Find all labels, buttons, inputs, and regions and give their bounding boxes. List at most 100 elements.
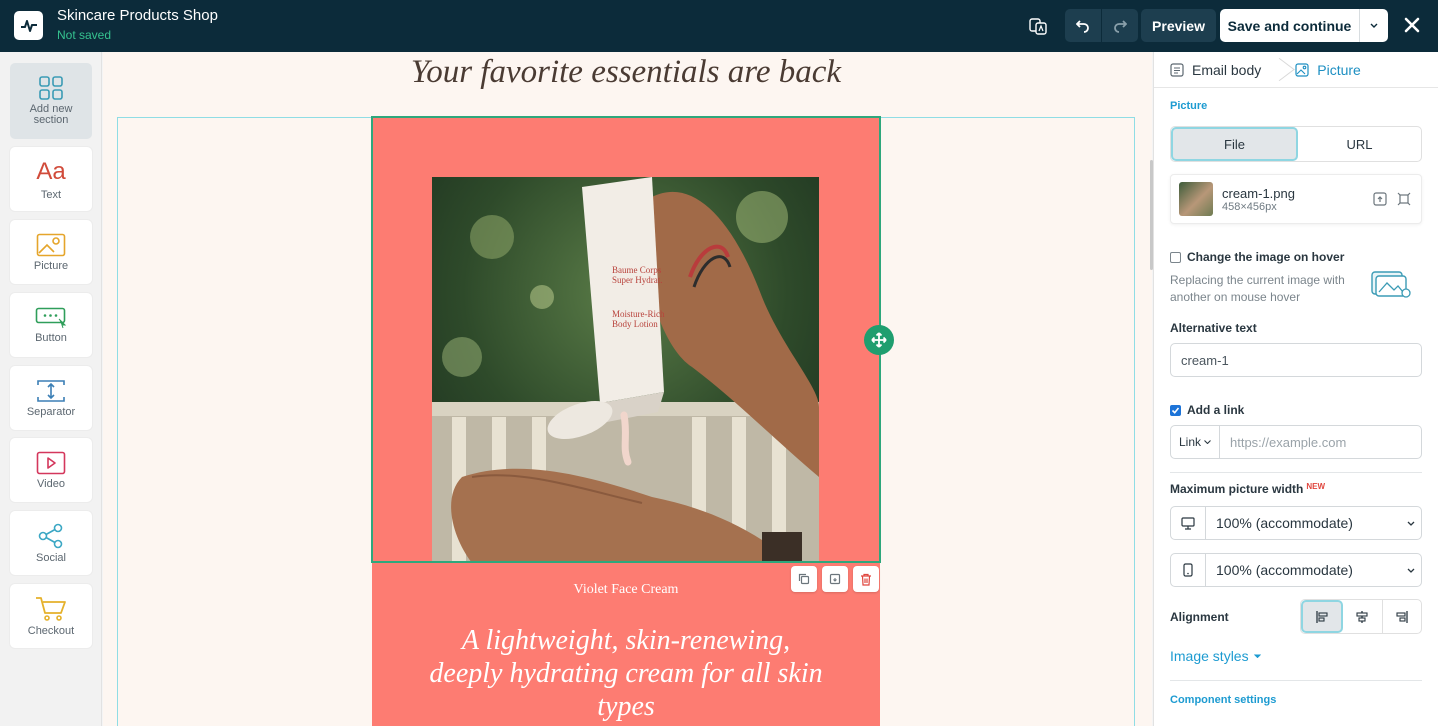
- sidebar-item-button[interactable]: Button: [10, 293, 92, 357]
- alt-text-label: Alternative text: [1170, 321, 1257, 335]
- sidebar-item-label: Video: [37, 477, 65, 490]
- mobile-width-select[interactable]: 100% (accommodate): [1170, 553, 1422, 587]
- alt-text-input[interactable]: cream-1: [1170, 343, 1422, 377]
- breadcrumb-label: Email body: [1192, 61, 1262, 78]
- alignment-toggle: [1300, 599, 1422, 634]
- close-editor-button[interactable]: [1400, 12, 1424, 38]
- breadcrumb: Email body Picture: [1154, 52, 1438, 88]
- add-link-checkbox[interactable]: [1170, 404, 1181, 416]
- link-row: Link https://example.com: [1170, 425, 1422, 459]
- desktop-width-select[interactable]: 100% (accommodate): [1170, 506, 1422, 540]
- alignment-label: Alignment: [1170, 609, 1229, 624]
- file-dimensions: 458×456px: [1222, 200, 1277, 213]
- grid-icon: [39, 76, 63, 100]
- sidebar-item-video[interactable]: Video: [10, 438, 92, 502]
- top-bar: Skincare Products Shop Not saved Preview…: [0, 0, 1438, 52]
- tab-url[interactable]: URL: [1298, 127, 1421, 161]
- sidebar-item-social[interactable]: Social: [10, 511, 92, 575]
- link-type-select[interactable]: Link: [1170, 425, 1220, 459]
- replace-image-icon[interactable]: [1373, 192, 1387, 206]
- sidebar-item-picture[interactable]: Picture: [10, 220, 92, 284]
- separator-icon: [37, 379, 65, 402]
- settings-panel: Email body Picture Picture File URL crea…: [1153, 52, 1438, 726]
- file-name: cream-1.png: [1222, 185, 1295, 201]
- preview-button[interactable]: Preview: [1141, 9, 1216, 42]
- align-right-icon: [1396, 610, 1408, 623]
- save-status: Not saved: [57, 28, 112, 42]
- redo-icon: [1114, 19, 1127, 33]
- campaign-title[interactable]: Skincare Products Shop: [57, 7, 218, 24]
- history-controls: [1065, 9, 1138, 42]
- divider: [1170, 680, 1422, 681]
- breadcrumb-separator: [1273, 52, 1283, 88]
- sidebar-item-separator[interactable]: Separator: [10, 366, 92, 430]
- mobile-width-value: 100% (accommodate): [1216, 562, 1353, 578]
- max-width-label: Maximum picture width NEW: [1170, 482, 1325, 496]
- chevron-down-icon: [1370, 23, 1378, 28]
- breadcrumb-email-body[interactable]: Email body: [1170, 62, 1261, 78]
- check-icon: [1171, 406, 1180, 414]
- move-icon: [871, 332, 887, 348]
- save-continue-button-group: Save and continue: [1220, 9, 1388, 42]
- source-toggle: File URL: [1170, 126, 1422, 162]
- button-icon: [35, 307, 67, 328]
- hover-checkbox[interactable]: [1170, 251, 1181, 263]
- chevron-down-icon: [1407, 568, 1415, 573]
- email-headline[interactable]: Your favorite essentials are back: [103, 54, 1149, 91]
- translate-icon: [1029, 18, 1047, 35]
- section-title-picture: Picture: [1170, 100, 1208, 112]
- redo-button[interactable]: [1102, 9, 1138, 42]
- product-description[interactable]: A lightweight, skin-renewing, deeply hyd…: [422, 624, 830, 723]
- image-file-card: cream-1.png 458×456px: [1170, 174, 1422, 224]
- email-canvas: Your favorite essentials are back Baume …: [103, 52, 1152, 726]
- image-styles-toggle[interactable]: Image styles: [1170, 648, 1261, 664]
- add-link-option[interactable]: Add a link: [1170, 403, 1244, 417]
- sidebar-item-label: Separator: [26, 405, 76, 418]
- chevron-down-icon: [1253, 654, 1261, 658]
- alignment-row: Alignment: [1170, 599, 1422, 634]
- hover-hint: Replacing the current image with another…: [1170, 273, 1345, 304]
- cart-icon: [36, 596, 66, 621]
- align-center-icon: [1356, 610, 1369, 623]
- tab-file[interactable]: File: [1171, 127, 1298, 161]
- add-link-label: Add a link: [1187, 403, 1245, 417]
- selected-picture-block: [371, 116, 881, 563]
- drag-handle[interactable]: [864, 325, 894, 355]
- product-name[interactable]: Violet Face Cream: [372, 582, 880, 598]
- undo-button[interactable]: [1065, 9, 1102, 42]
- component-settings-title[interactable]: Component settings: [1170, 694, 1276, 706]
- link-url-input[interactable]: https://example.com: [1220, 425, 1422, 459]
- translate-button[interactable]: [1026, 10, 1050, 42]
- text-icon: Aa: [36, 157, 66, 185]
- divider: [1170, 472, 1422, 473]
- sidebar-item-label: Picture: [33, 259, 69, 272]
- social-icon: [38, 523, 63, 548]
- sidebar-item-checkout[interactable]: Checkout: [10, 584, 92, 648]
- sidebar-item-label: Checkout: [27, 624, 75, 637]
- picture-icon: [36, 233, 66, 256]
- align-left-icon: [1316, 610, 1328, 623]
- sidebar-item-label: Button: [35, 331, 67, 344]
- close-icon: [1404, 17, 1420, 33]
- hover-image-option[interactable]: Change the image on hover: [1170, 250, 1344, 264]
- sidebar-item-text[interactable]: Aa Text: [10, 147, 92, 211]
- crop-image-icon[interactable]: [1397, 192, 1411, 206]
- email-body-icon: [1170, 62, 1184, 77]
- picture-icon: [1295, 62, 1309, 77]
- save-continue-button[interactable]: Save and continue: [1220, 9, 1360, 42]
- new-badge: NEW: [1306, 482, 1326, 491]
- image-thumbnail[interactable]: [1179, 182, 1213, 216]
- align-right-button[interactable]: [1383, 600, 1421, 633]
- align-center-button[interactable]: [1343, 600, 1383, 633]
- app-logo[interactable]: [14, 11, 43, 40]
- chevron-down-icon: [1204, 440, 1211, 444]
- link-type-value: Link: [1178, 435, 1201, 449]
- max-width-label-text: Maximum picture width: [1170, 482, 1304, 496]
- align-left-button[interactable]: [1301, 600, 1344, 633]
- sidebar-item-label: Text: [40, 188, 62, 201]
- breadcrumb-picture[interactable]: Picture: [1295, 62, 1361, 78]
- hover-label: Change the image on hover: [1187, 250, 1345, 264]
- chevron-down-icon: [1407, 521, 1415, 526]
- save-options-dropdown[interactable]: [1360, 9, 1388, 42]
- sidebar-item-add-section[interactable]: Add new section: [10, 63, 92, 139]
